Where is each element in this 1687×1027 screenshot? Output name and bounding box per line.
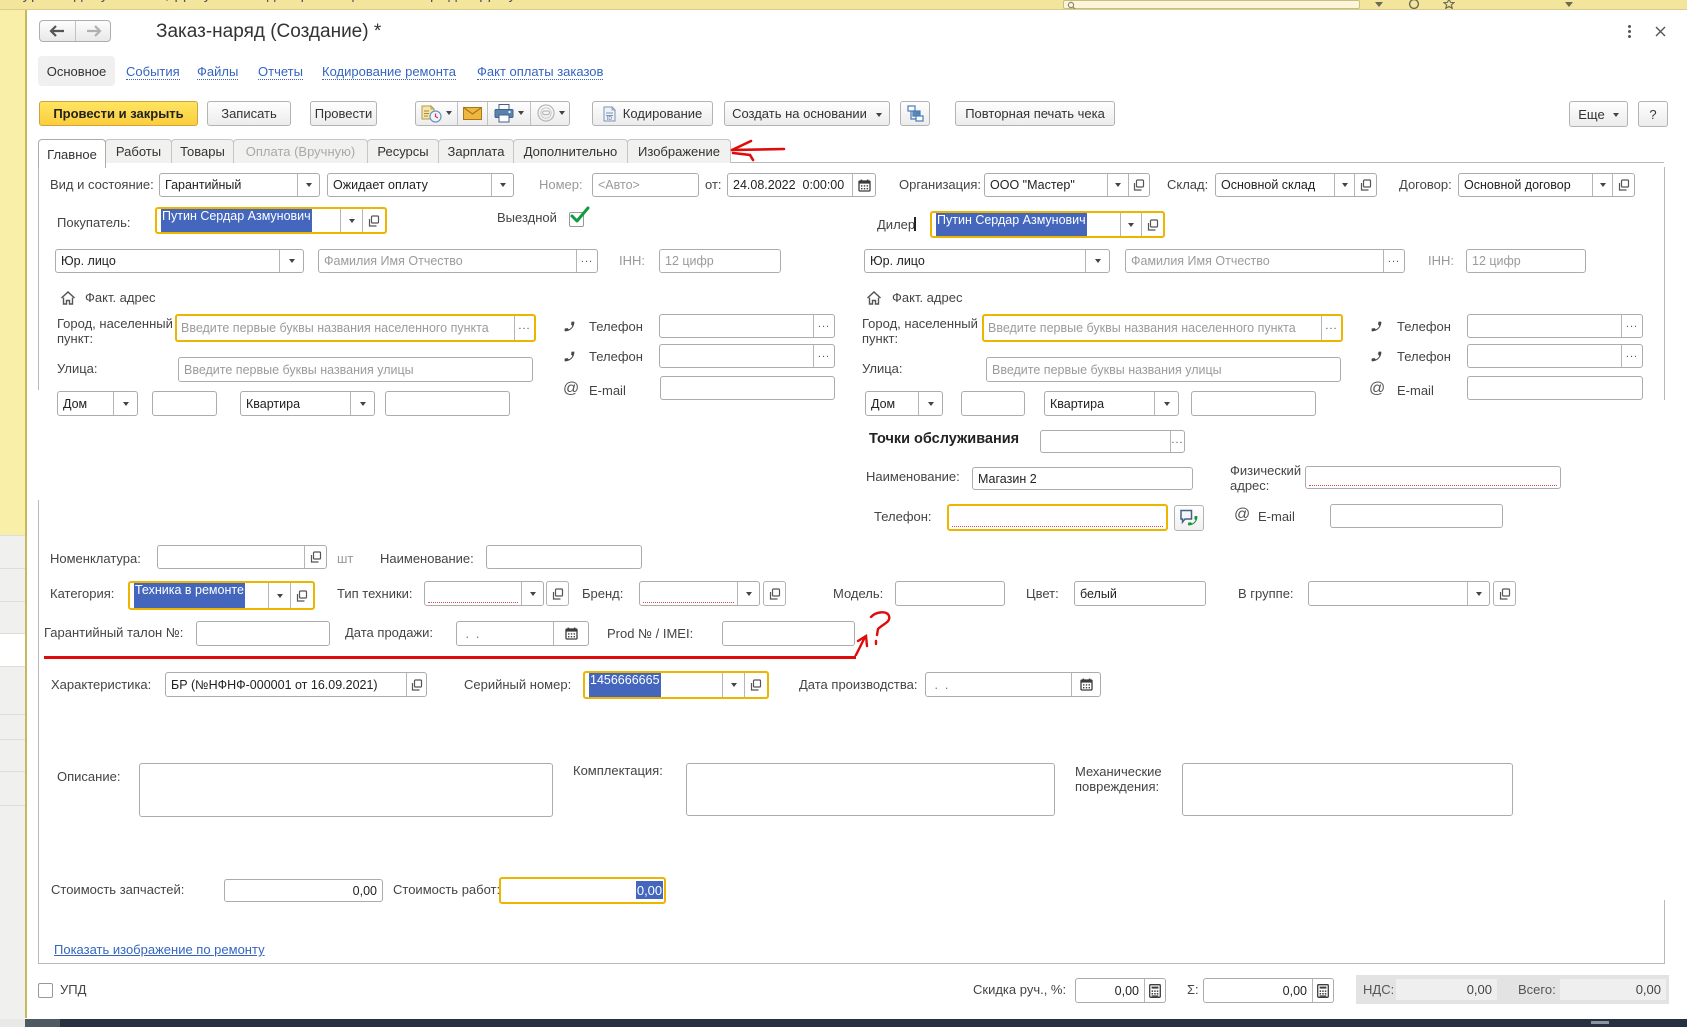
svg-text:ID: ID (607, 116, 612, 122)
